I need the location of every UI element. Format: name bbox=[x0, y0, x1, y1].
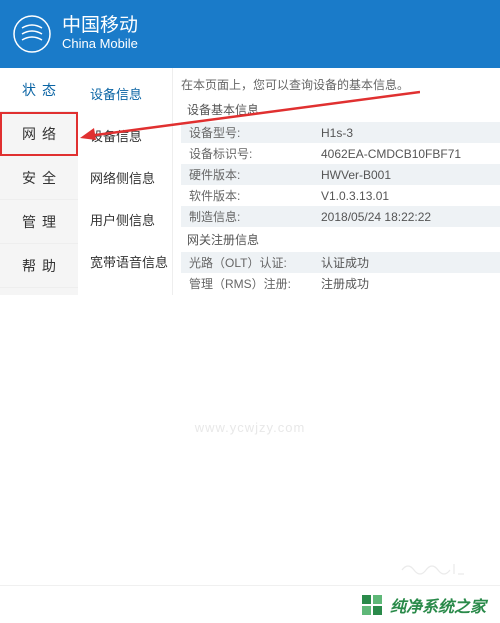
row-label: 硬件版本: bbox=[181, 166, 321, 183]
sidebar-secondary: 设备信息 设备信息 网络侧信息 用户侧信息 宽带语音信息 bbox=[78, 68, 173, 295]
row-value: V1.0.3.13.01 bbox=[321, 189, 500, 203]
row-value: 注册成功 bbox=[321, 275, 500, 292]
row-label: 光路（OLT）认证: bbox=[181, 254, 321, 271]
row-label: 设备标识号: bbox=[181, 145, 321, 162]
sidebar-item-network[interactable]: 网络 bbox=[0, 112, 78, 156]
row-label: 设备型号: bbox=[181, 124, 321, 141]
row-value: 2018/05/24 18:22:22 bbox=[321, 210, 500, 224]
footer-brand: 纯净系统之家 bbox=[390, 593, 486, 617]
subnav-item-device-info-2[interactable]: 设备信息 bbox=[78, 114, 172, 156]
sidebar-item-security[interactable]: 安全 bbox=[0, 156, 78, 200]
header: 中国移动 China Mobile bbox=[0, 0, 500, 68]
sidebar-item-help[interactable]: 帮助 bbox=[0, 244, 78, 288]
footer-logo-icon bbox=[360, 593, 384, 617]
subnav-item-network-side[interactable]: 网络侧信息 bbox=[78, 156, 172, 198]
table-row: 光路（OLT）认证: 认证成功 bbox=[181, 252, 500, 273]
section-title-register: 网关注册信息 bbox=[187, 231, 500, 248]
main-area: 状态 网络 安全 管理 帮助 设备信息 设备信息 网络侧信息 用户侧信息 宽带语… bbox=[0, 68, 500, 295]
content-panel: 在本页面上，您可以查询设备的基本信息。 设备基本信息 设备型号: H1s-3 设… bbox=[173, 68, 500, 295]
page-description: 在本页面上，您可以查询设备的基本信息。 bbox=[181, 76, 500, 93]
row-label: 管理（RMS）注册: bbox=[181, 275, 321, 292]
register-info-table: 光路（OLT）认证: 认证成功 管理（RMS）注册: 注册成功 bbox=[181, 252, 500, 294]
watermark-text: www.ycwjzy.com bbox=[195, 420, 306, 435]
row-value: 4062EA-CMDCB10FBF71 bbox=[321, 147, 500, 161]
table-row: 管理（RMS）注册: 注册成功 bbox=[181, 273, 500, 294]
sidebar-primary: 状态 网络 安全 管理 帮助 bbox=[0, 68, 78, 295]
table-row: 硬件版本: HWVer-B001 bbox=[181, 164, 500, 185]
brand-name-cn: 中国移动 bbox=[62, 16, 138, 37]
subnav-item-user-side[interactable]: 用户侧信息 bbox=[78, 198, 172, 240]
sidebar-item-status[interactable]: 状态 bbox=[0, 68, 78, 112]
row-label: 软件版本: bbox=[181, 187, 321, 204]
subnav-item-device-info[interactable]: 设备信息 bbox=[78, 72, 172, 114]
scribble-icon bbox=[400, 556, 470, 578]
basic-info-table: 设备型号: H1s-3 设备标识号: 4062EA-CMDCB10FBF71 硬… bbox=[181, 122, 500, 227]
row-value: H1s-3 bbox=[321, 126, 500, 140]
brand-logo-icon bbox=[12, 14, 52, 54]
subnav-item-broadband-voice[interactable]: 宽带语音信息 bbox=[78, 240, 172, 282]
table-row: 设备型号: H1s-3 bbox=[181, 122, 500, 143]
section-title-basic: 设备基本信息 bbox=[187, 101, 500, 118]
table-row: 设备标识号: 4062EA-CMDCB10FBF71 bbox=[181, 143, 500, 164]
brand-name-en: China Mobile bbox=[62, 37, 138, 51]
row-label: 制造信息: bbox=[181, 208, 321, 225]
sidebar-item-manage[interactable]: 管理 bbox=[0, 200, 78, 244]
row-value: HWVer-B001 bbox=[321, 168, 500, 182]
table-row: 软件版本: V1.0.3.13.01 bbox=[181, 185, 500, 206]
table-row: 制造信息: 2018/05/24 18:22:22 bbox=[181, 206, 500, 227]
row-value: 认证成功 bbox=[321, 254, 500, 271]
footer: 纯净系统之家 bbox=[0, 585, 500, 623]
